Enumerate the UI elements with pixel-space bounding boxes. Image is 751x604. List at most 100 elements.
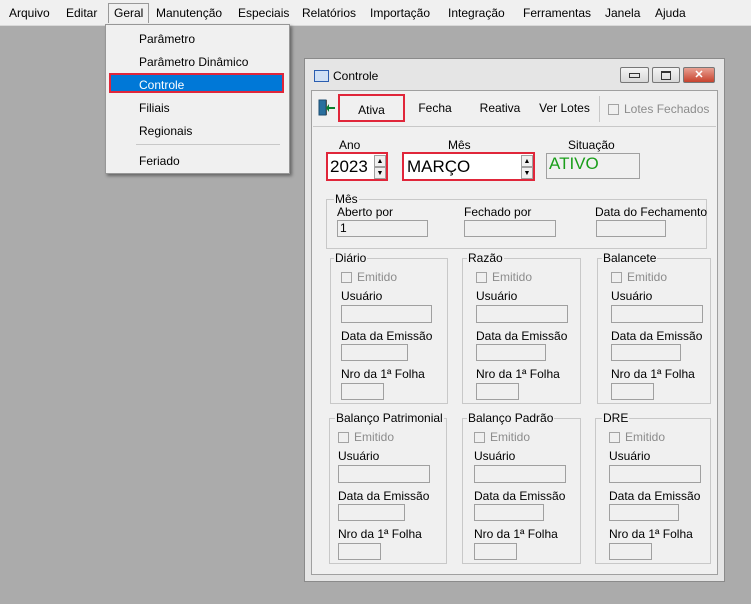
maximize-button[interactable] xyxy=(652,67,680,83)
menu-ajuda[interactable]: Ajuda xyxy=(655,6,686,20)
lotes-fechados-checkbox[interactable]: Lotes Fechados xyxy=(608,102,709,116)
menu-geral[interactable]: Geral xyxy=(108,3,150,23)
mes-group-title: Mês xyxy=(334,192,359,206)
diario-group-title: Diário xyxy=(334,251,368,265)
controle-window: Controle ✕ Ativa Fecha Reativa Ver Lotes… xyxy=(304,58,725,582)
emitido-label: Emitido xyxy=(357,270,398,284)
balanco-patrimonial-usuario-label: Usuário xyxy=(338,449,380,463)
balancete-usuario-label: Usuário xyxy=(611,289,653,303)
razao-nro-folha-field xyxy=(476,383,519,400)
menu-integracao[interactable]: Integração xyxy=(448,6,505,20)
balanco-padrao-emitido-checkbox[interactable]: Emitido xyxy=(474,430,530,444)
situacao-label: Situação xyxy=(568,138,615,152)
exit-button[interactable] xyxy=(316,98,336,118)
geral-dropdown-menu: Parâmetro Parâmetro Dinâmico Controle Fi… xyxy=(105,24,290,174)
balancete-usuario-field xyxy=(611,305,703,323)
balanco-padrao-data-emissao-label: Data da Emissão xyxy=(474,489,566,503)
menu-manutencao[interactable]: Manutenção xyxy=(156,6,222,20)
balancete-nro-folha-label: Nro da 1ª Folha xyxy=(611,367,695,381)
razao-usuario-label: Usuário xyxy=(476,289,518,303)
balanco-padrao-usuario-label: Usuário xyxy=(474,449,516,463)
ano-spinner[interactable]: 2023 ▲ ▼ xyxy=(326,152,388,181)
aberto-por-label: Aberto por xyxy=(337,205,394,219)
balancete-data-emissao-label: Data da Emissão xyxy=(611,329,703,343)
menu-highlight xyxy=(109,73,284,93)
dre-nro-folha-label: Nro da 1ª Folha xyxy=(609,527,693,541)
minimize-icon xyxy=(629,73,640,78)
dre-usuario-label: Usuário xyxy=(609,449,651,463)
window-title: Controle xyxy=(333,69,379,83)
diario-data-emissao-field xyxy=(341,344,408,361)
checkbox-box xyxy=(341,272,352,283)
menu-separator xyxy=(136,144,280,145)
balancete-data-emissao-field xyxy=(611,344,681,361)
balanco-padrao-group-title: Balanço Padrão xyxy=(467,411,555,425)
emitido-label: Emitido xyxy=(627,270,668,284)
balanco-patrimonial-group-title: Balanço Patrimonial xyxy=(335,411,444,425)
ano-up-arrow-icon[interactable]: ▲ xyxy=(374,155,386,167)
emitido-label: Emitido xyxy=(490,430,531,444)
menu-editar[interactable]: Editar xyxy=(66,6,97,20)
close-icon: ✕ xyxy=(694,69,704,81)
menu-item-regionais[interactable]: Regionais xyxy=(139,124,192,138)
situacao-field: ATIVO xyxy=(546,153,640,179)
mes-up-arrow-icon[interactable]: ▲ xyxy=(521,155,533,167)
dre-data-emissao-label: Data da Emissão xyxy=(609,489,701,503)
balanco-patrimonial-data-emissao-label: Data da Emissão xyxy=(338,489,430,503)
diario-usuario-label: Usuário xyxy=(341,289,383,303)
diario-data-emissao-label: Data da Emissão xyxy=(341,329,433,343)
fecha-button[interactable]: Fecha xyxy=(408,94,462,122)
menu-ferramentas[interactable]: Ferramentas xyxy=(523,6,591,20)
checkbox-box xyxy=(476,272,487,283)
menu-item-parametro-dinamico[interactable]: Parâmetro Dinâmico xyxy=(139,55,248,69)
ver-lotes-button[interactable]: Ver Lotes xyxy=(537,94,592,122)
checkbox-box xyxy=(611,272,622,283)
window-app-icon xyxy=(314,70,329,82)
close-button[interactable]: ✕ xyxy=(683,67,715,83)
menu-importacao[interactable]: Importação xyxy=(370,6,430,20)
razao-data-emissao-field xyxy=(476,344,546,361)
dre-usuario-field xyxy=(609,465,701,483)
razao-data-emissao-label: Data da Emissão xyxy=(476,329,568,343)
razao-usuario-field xyxy=(476,305,568,323)
ativa-button[interactable]: Ativa xyxy=(338,94,405,122)
mes-down-arrow-icon[interactable]: ▼ xyxy=(521,167,533,179)
minimize-button[interactable] xyxy=(620,67,649,83)
mes-combobox[interactable]: MARÇO ▲ ▼ xyxy=(402,152,535,181)
menu-arquivo[interactable]: Arquivo xyxy=(9,6,50,20)
menu-janela[interactable]: Janela xyxy=(605,6,640,20)
balanco-patrimonial-emitido-checkbox[interactable]: Emitido xyxy=(338,430,394,444)
balancete-nro-folha-field xyxy=(611,383,654,400)
lotes-fechados-label: Lotes Fechados xyxy=(624,102,710,116)
diario-emitido-checkbox[interactable]: Emitido xyxy=(341,270,397,284)
mes-value: MARÇO xyxy=(407,157,471,176)
window-client: Ativa Fecha Reativa Ver Lotes Lotes Fech… xyxy=(311,90,718,575)
menu-item-feriado[interactable]: Feriado xyxy=(139,154,180,168)
balancete-group-title: Balancete xyxy=(602,251,658,265)
dre-emitido-checkbox[interactable]: Emitido xyxy=(609,430,665,444)
ano-label: Ano xyxy=(339,138,361,152)
balancete-emitido-checkbox[interactable]: Emitido xyxy=(611,270,667,284)
menu-item-parametro[interactable]: Parâmetro xyxy=(139,32,195,46)
balanco-patrimonial-nro-folha-label: Nro da 1ª Folha xyxy=(338,527,422,541)
menu-item-filiais[interactable]: Filiais xyxy=(139,101,170,115)
data-fechamento-field xyxy=(596,220,666,237)
maximize-icon xyxy=(661,71,671,80)
balanco-padrao-data-emissao-field xyxy=(474,504,544,521)
situacao-value: ATIVO xyxy=(549,154,599,173)
fechado-por-field xyxy=(464,220,556,237)
menu-relatorios[interactable]: Relatórios xyxy=(302,6,356,20)
mes-label: Mês xyxy=(448,138,471,152)
exit-door-icon xyxy=(318,99,335,116)
ano-value: 2023 xyxy=(330,157,368,176)
toolbar-separator xyxy=(599,96,600,122)
menu-item-controle[interactable]: Controle xyxy=(139,78,184,92)
razao-emitido-checkbox[interactable]: Emitido xyxy=(476,270,532,284)
menu-especiais[interactable]: Especiais xyxy=(238,6,289,20)
checkbox-box xyxy=(609,432,620,443)
menu-bar: Arquivo Editar Geral Manutenção Especiai… xyxy=(0,0,751,26)
razao-nro-folha-label: Nro da 1ª Folha xyxy=(476,367,560,381)
reativa-button[interactable]: Reativa xyxy=(471,94,529,122)
ano-down-arrow-icon[interactable]: ▼ xyxy=(374,167,386,179)
diario-nro-folha-field xyxy=(341,383,384,400)
